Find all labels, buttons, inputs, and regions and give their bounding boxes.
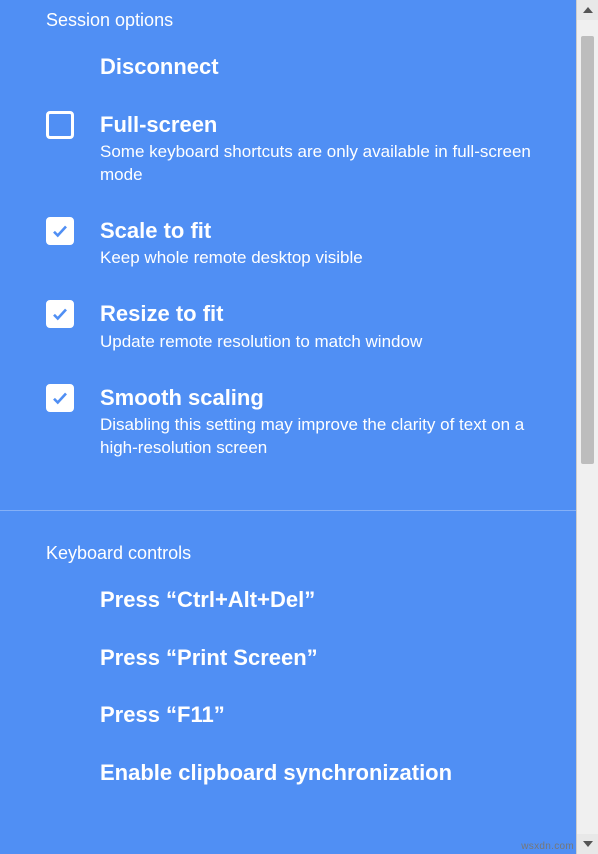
checkmark-icon [51,222,69,240]
full-screen-item[interactable]: Full-screen Some keyboard shortcuts are … [0,111,576,217]
smooth-scaling-desc: Disabling this setting may improve the c… [100,414,556,460]
session-options-section: Session options Disconnect Full-screen S… [0,0,576,500]
ctrl-alt-del-label: Press “Ctrl+Alt+Del” [100,586,556,614]
options-panel: Session options Disconnect Full-screen S… [0,0,576,854]
scale-to-fit-label: Scale to fit [100,217,556,245]
smooth-scaling-item[interactable]: Smooth scaling Disabling this setting ma… [0,384,576,490]
scale-to-fit-checkbox[interactable] [46,217,74,245]
ctrl-alt-del-item[interactable]: Press “Ctrl+Alt+Del” [0,586,576,644]
watermark-text: wsxdn.com [521,841,574,852]
clipboard-item[interactable]: Enable clipboard synchronization [0,759,576,817]
keyboard-controls-title: Keyboard controls [0,511,576,586]
checkmark-icon [51,305,69,323]
session-options-title: Session options [0,0,576,53]
full-screen-label: Full-screen [100,111,556,139]
scroll-down-button[interactable] [577,834,598,854]
disconnect-label: Disconnect [100,53,556,81]
print-screen-label: Press “Print Screen” [100,644,556,672]
full-screen-desc: Some keyboard shortcuts are only availab… [100,141,556,187]
chevron-up-icon [583,7,593,13]
keyboard-controls-section: Keyboard controls Press “Ctrl+Alt+Del” P… [0,511,576,826]
scroll-thumb[interactable] [581,36,594,464]
resize-to-fit-desc: Update remote resolution to match window [100,331,556,354]
f11-label: Press “F11” [100,701,556,729]
scale-to-fit-item[interactable]: Scale to fit Keep whole remote desktop v… [0,217,576,300]
resize-to-fit-checkbox[interactable] [46,300,74,328]
checkmark-icon [51,389,69,407]
scroll-up-button[interactable] [577,0,598,20]
print-screen-item[interactable]: Press “Print Screen” [0,644,576,702]
f11-item[interactable]: Press “F11” [0,701,576,759]
vertical-scrollbar[interactable] [576,0,598,854]
smooth-scaling-checkbox[interactable] [46,384,74,412]
scale-to-fit-desc: Keep whole remote desktop visible [100,247,556,270]
smooth-scaling-label: Smooth scaling [100,384,556,412]
chevron-down-icon [583,841,593,847]
resize-to-fit-item[interactable]: Resize to fit Update remote resolution t… [0,300,576,383]
clipboard-label: Enable clipboard synchronization [100,759,556,787]
disconnect-item[interactable]: Disconnect [0,53,576,111]
full-screen-checkbox[interactable] [46,111,74,139]
resize-to-fit-label: Resize to fit [100,300,556,328]
